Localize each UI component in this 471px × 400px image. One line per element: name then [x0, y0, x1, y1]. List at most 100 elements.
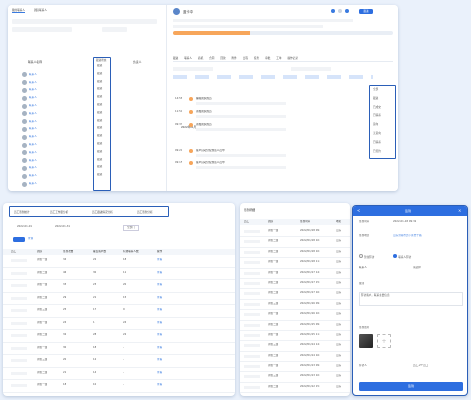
contact-row[interactable]: 联系人 [22, 94, 92, 102]
tab-my-contacts[interactable]: 我的联系人 [12, 8, 25, 13]
log-time: 2022/01/18 10: [300, 249, 320, 253]
contact-name[interactable]: 联系人 [29, 151, 37, 155]
stats-cell-op[interactable]: 查看 [157, 333, 162, 337]
contact-row[interactable]: 联系人 [22, 157, 92, 165]
stats-cell-c: 9 [123, 308, 125, 311]
contact-row[interactable]: 联系人 [22, 110, 92, 118]
contact-name[interactable]: 联系人 [29, 174, 37, 178]
stats-cell-op[interactable]: 查看 [157, 383, 162, 387]
contact-row[interactable]: 联系人 [22, 102, 92, 110]
filter-bar[interactable] [12, 19, 157, 24]
action-icon-1[interactable] [331, 9, 335, 13]
tab-checkin-stats[interactable]: 员工签到统计 [14, 210, 30, 214]
submit-checkin-button[interactable]: 签到 [359, 382, 463, 391]
detail-tab[interactable]: 任务 [254, 56, 259, 60]
detail-tab[interactable]: 跟进 [173, 56, 178, 60]
dropdown-option[interactable]: 已成交 [370, 104, 395, 113]
note-value[interactable]: 拜访客户，联系主要信息 [359, 292, 463, 306]
contact-name[interactable]: 联系人 [29, 112, 37, 116]
status-dropdown[interactable]: 全部 跟进 已成交 已联系 意向 无意向 已联系 已签约 [369, 85, 396, 159]
log-row: 销售一组 2022/01/13 09: 山东 [240, 362, 350, 373]
contact-row[interactable]: 联系人 [22, 126, 92, 134]
dropdown-option[interactable]: 无意向 [370, 130, 395, 139]
stats-cell-op[interactable]: 查看 [157, 346, 162, 350]
detail-tab[interactable]: 附件 [232, 56, 237, 60]
sort-control[interactable] [102, 27, 127, 32]
contact-row[interactable]: 联系人 [22, 172, 92, 180]
filter-select-1[interactable] [173, 67, 213, 71]
stats-cell-op[interactable]: 查看 [157, 271, 162, 275]
contact-value[interactable]: 请选择 [413, 266, 421, 270]
stats-cell-op[interactable]: 查看 [157, 358, 162, 362]
contact-name[interactable]: 联系人 [29, 88, 37, 92]
contact-name[interactable]: 联系人 [29, 127, 37, 131]
log-team: 销售一组 [268, 270, 279, 274]
radio-checkin[interactable] [359, 254, 363, 258]
employee-name-placeholder [11, 346, 27, 350]
radio-contact[interactable] [393, 254, 398, 258]
date-from[interactable]: 2022-01-01 [17, 225, 32, 229]
tab-checkin-analysis[interactable]: 员工签到分析 [137, 210, 153, 214]
contact-row[interactable]: 联系人 [22, 118, 92, 126]
contact-name[interactable]: 联系人 [29, 166, 37, 170]
log-time: 2022/01/18 11: [300, 260, 320, 264]
contact-name[interactable]: 联系人 [29, 104, 37, 108]
detail-tab[interactable]: 商机 [198, 56, 203, 60]
stats-cell-op[interactable]: 查看 [157, 321, 162, 325]
event-title: 客户自动分配到该人员中 [196, 149, 225, 152]
stats-cell-op[interactable]: 查看 [157, 283, 162, 287]
close-icon[interactable]: × [458, 208, 461, 213]
search-bar[interactable] [12, 27, 72, 32]
contact-name[interactable]: 联系人 [29, 143, 37, 147]
add-photo-icon[interactable]: + [377, 334, 391, 348]
contact-row[interactable]: 联系人 [22, 149, 92, 157]
checkin-photo[interactable] [359, 334, 373, 348]
contact-row[interactable]: 联系人 [22, 87, 92, 95]
contact-name[interactable]: 联系人 [29, 96, 37, 100]
dept-filter[interactable]: 全部门 [123, 225, 139, 231]
contact-row[interactable]: 联系人 [22, 141, 92, 149]
action-icon-2[interactable] [338, 9, 342, 13]
tab-followup[interactable]: 员工跟进情况分析 [92, 210, 113, 214]
contact-row[interactable]: 联系人 [22, 133, 92, 141]
detail-tab[interactable]: 操作记录 [287, 56, 297, 60]
dropdown-option[interactable]: 意向 [370, 121, 395, 130]
tab-team-contacts[interactable]: 团队联系人 [34, 8, 47, 12]
contact-name[interactable]: 联系人 [29, 81, 37, 85]
tab-workload[interactable]: 员工工作量分析 [50, 210, 68, 214]
dropdown-option[interactable]: 已签约 [370, 148, 395, 157]
contact-name[interactable]: 联系人 [29, 73, 37, 77]
contact-row[interactable]: 联系人 [22, 180, 92, 188]
query-label[interactable]: 查询 [28, 237, 33, 241]
query-button[interactable] [13, 237, 25, 242]
dropdown-option[interactable]: 全部 [370, 86, 395, 95]
date-to[interactable]: 2022-01-31 [55, 225, 70, 229]
detail-tab[interactable]: 日程 [243, 56, 248, 60]
follow-button[interactable]: 跟进 [359, 9, 373, 14]
action-icon-3[interactable] [345, 9, 349, 13]
stats-cell-op[interactable]: 查看 [157, 258, 162, 262]
field-value-place[interactable]: 山东济南市历下区经十路 [393, 234, 463, 238]
contact-row[interactable]: 联系人 [22, 165, 92, 173]
detail-tab[interactable]: 联系人 [184, 56, 192, 60]
detail-tab[interactable]: 合同 [209, 56, 214, 60]
detail-tab[interactable]: 回款 [220, 56, 225, 60]
back-icon[interactable]: < [357, 208, 360, 213]
contact-row[interactable]: 联系人 [22, 71, 92, 79]
filter-select-2[interactable] [291, 67, 331, 71]
contact-name[interactable]: 联系人 [29, 120, 37, 124]
detail-tab[interactable]: 工单 [276, 56, 281, 60]
stats-cell-op[interactable]: 查看 [157, 296, 162, 300]
contact-label: 联系人 [359, 266, 367, 269]
contact-name[interactable]: 联系人 [29, 159, 37, 163]
contact-name[interactable]: 联系人 [29, 135, 37, 139]
person-value[interactable]: 员工,2个员工 [413, 364, 428, 368]
stats-cell-op[interactable]: 查看 [157, 308, 162, 312]
dropdown-option[interactable]: 已联系 [370, 112, 395, 121]
contact-name[interactable]: 联系人 [29, 182, 37, 186]
detail-tab[interactable]: 审批 [265, 56, 270, 60]
stats-cell-op[interactable]: 查看 [157, 371, 162, 375]
dropdown-option[interactable]: 已联系 [370, 139, 395, 148]
contact-row[interactable]: 联系人 [22, 79, 92, 87]
dropdown-option[interactable]: 跟进 [370, 95, 395, 104]
